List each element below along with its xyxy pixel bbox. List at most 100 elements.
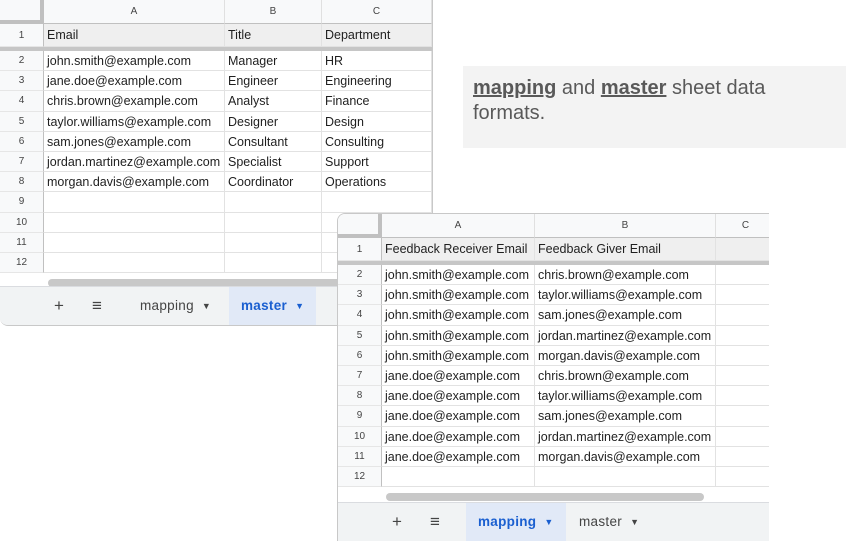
table-cell[interactable]: sam.jones@example.com xyxy=(535,406,716,427)
row-header[interactable]: 3 xyxy=(0,71,44,92)
table-cell[interactable] xyxy=(225,192,322,213)
row-header[interactable]: 1 xyxy=(338,238,382,261)
all-sheets-menu-button[interactable]: ≡ xyxy=(84,287,110,325)
table-cell[interactable]: chris.brown@example.com xyxy=(44,91,225,112)
row-header[interactable]: 8 xyxy=(338,386,382,407)
table-cell[interactable]: taylor.williams@example.com xyxy=(44,111,225,132)
table-cell[interactable]: HR xyxy=(322,51,432,72)
table-cell[interactable] xyxy=(225,232,322,253)
table-cell[interactable] xyxy=(716,366,769,387)
table-cell[interactable]: jordan.martinez@example.com xyxy=(44,152,225,173)
add-sheet-button[interactable]: + xyxy=(384,503,410,541)
row-header[interactable]: 12 xyxy=(338,467,382,488)
header-cell[interactable]: Email xyxy=(44,24,225,47)
row-header[interactable]: 5 xyxy=(338,325,382,346)
row-header[interactable]: 6 xyxy=(338,345,382,366)
table-cell[interactable]: john.smith@example.com xyxy=(382,345,535,366)
column-header[interactable]: C xyxy=(716,214,769,238)
tab-master[interactable]: master ▼ xyxy=(567,503,651,541)
table-cell[interactable] xyxy=(716,467,769,488)
table-cell[interactable]: jane.doe@example.com xyxy=(382,426,535,447)
table-cell[interactable] xyxy=(716,406,769,427)
table-cell[interactable] xyxy=(44,253,225,274)
table-cell[interactable] xyxy=(322,192,432,213)
table-cell[interactable]: Consultant xyxy=(225,131,322,152)
table-cell[interactable]: Operations xyxy=(322,172,432,193)
table-cell[interactable] xyxy=(716,386,769,407)
table-cell[interactable]: Design xyxy=(322,111,432,132)
tab-master[interactable]: master ▼ xyxy=(229,287,317,325)
tab-mapping[interactable]: mapping ▼ xyxy=(128,287,223,325)
table-cell[interactable]: chris.brown@example.com xyxy=(535,265,716,286)
table-cell[interactable] xyxy=(716,305,769,326)
table-cell[interactable]: Coordinator xyxy=(225,172,322,193)
table-cell[interactable] xyxy=(225,212,322,233)
table-cell[interactable] xyxy=(44,212,225,233)
table-cell[interactable]: Engineering xyxy=(322,71,432,92)
table-cell[interactable]: jane.doe@example.com xyxy=(382,366,535,387)
table-cell[interactable]: Analyst xyxy=(225,91,322,112)
table-cell[interactable] xyxy=(44,232,225,253)
row-header[interactable]: 2 xyxy=(338,265,382,286)
column-header[interactable]: A xyxy=(382,214,535,238)
table-cell[interactable]: jane.doe@example.com xyxy=(382,406,535,427)
select-all-corner[interactable] xyxy=(338,214,382,238)
row-header[interactable]: 2 xyxy=(0,51,44,72)
table-cell[interactable]: morgan.davis@example.com xyxy=(44,172,225,193)
row-header[interactable]: 9 xyxy=(338,406,382,427)
row-header[interactable]: 5 xyxy=(0,111,44,132)
row-header[interactable]: 6 xyxy=(0,131,44,152)
tab-mapping[interactable]: mapping ▼ xyxy=(466,503,566,541)
header-cell[interactable]: Feedback Receiver Email xyxy=(382,238,535,261)
row-header[interactable]: 9 xyxy=(0,192,44,213)
table-cell[interactable]: john.smith@example.com xyxy=(382,285,535,306)
table-cell[interactable]: Support xyxy=(322,152,432,173)
add-sheet-button[interactable]: + xyxy=(46,287,72,325)
table-cell[interactable]: Manager xyxy=(225,51,322,72)
table-cell[interactable]: jane.doe@example.com xyxy=(382,386,535,407)
table-cell[interactable] xyxy=(716,346,769,366)
table-cell[interactable]: Specialist xyxy=(225,152,322,173)
table-cell[interactable]: jane.doe@example.com xyxy=(382,446,535,467)
row-header[interactable]: 4 xyxy=(0,91,44,112)
table-cell[interactable] xyxy=(535,467,716,488)
row-header[interactable]: 11 xyxy=(338,446,382,467)
table-cell[interactable] xyxy=(382,467,535,488)
table-cell[interactable]: john.smith@example.com xyxy=(382,265,535,286)
table-cell[interactable] xyxy=(716,285,769,306)
horizontal-scrollbar[interactable] xyxy=(386,493,704,501)
row-header[interactable]: 7 xyxy=(338,366,382,387)
table-cell[interactable] xyxy=(44,192,225,213)
row-header[interactable]: 1 xyxy=(0,24,44,47)
header-cell[interactable]: Title xyxy=(225,24,322,47)
table-cell[interactable] xyxy=(716,265,769,286)
frozen-row-divider[interactable] xyxy=(0,47,432,51)
table-cell[interactable]: morgan.davis@example.com xyxy=(535,446,716,467)
column-header[interactable]: B xyxy=(225,0,322,24)
table-cell[interactable]: john.smith@example.com xyxy=(382,325,535,346)
column-header[interactable]: A xyxy=(44,0,225,24)
row-header[interactable]: 4 xyxy=(338,305,382,326)
select-all-corner[interactable] xyxy=(0,0,44,24)
table-cell[interactable]: sam.jones@example.com xyxy=(44,131,225,152)
table-cell[interactable]: taylor.williams@example.com xyxy=(535,386,716,407)
table-cell[interactable]: jordan.martinez@example.com xyxy=(535,426,716,447)
table-cell[interactable]: john.smith@example.com xyxy=(382,305,535,326)
table-cell[interactable]: Consulting xyxy=(322,131,432,152)
table-cell[interactable]: Designer xyxy=(225,111,322,132)
table-cell[interactable]: Finance xyxy=(322,91,432,112)
table-cell[interactable] xyxy=(716,427,769,447)
table-cell[interactable]: john.smith@example.com xyxy=(44,51,225,72)
row-header[interactable]: 11 xyxy=(0,232,44,253)
column-header[interactable]: C xyxy=(322,0,432,24)
row-header[interactable]: 10 xyxy=(338,426,382,447)
row-header[interactable]: 10 xyxy=(0,212,44,233)
table-cell[interactable]: chris.brown@example.com xyxy=(535,366,716,387)
row-header[interactable]: 8 xyxy=(0,172,44,193)
table-cell[interactable]: sam.jones@example.com xyxy=(535,305,716,326)
table-cell[interactable]: jordan.martinez@example.com xyxy=(535,325,716,346)
table-cell[interactable]: jane.doe@example.com xyxy=(44,71,225,92)
header-cell[interactable]: Feedback Giver Email xyxy=(535,238,716,261)
table-cell[interactable]: taylor.williams@example.com xyxy=(535,285,716,306)
table-cell[interactable] xyxy=(716,447,769,467)
